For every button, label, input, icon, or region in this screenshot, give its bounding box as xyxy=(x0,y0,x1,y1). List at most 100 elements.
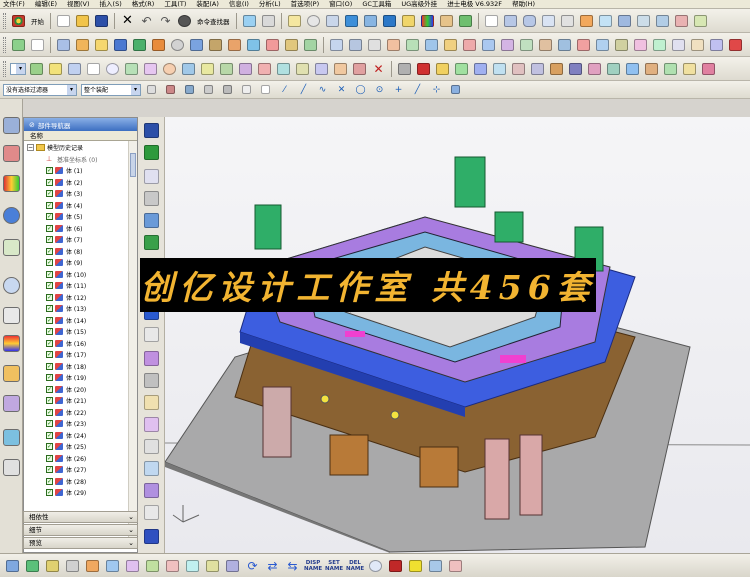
assembly-navigator-tab-icon[interactable] xyxy=(3,145,20,162)
analysis-icon[interactable] xyxy=(472,60,489,77)
visibility-checkbox[interactable]: ✓ xyxy=(46,178,53,186)
expand-minus-icon[interactable]: − xyxy=(27,144,34,152)
body-node[interactable]: ✓ 体 (6) xyxy=(24,223,137,235)
boolean-unite-icon[interactable] xyxy=(112,36,129,53)
mesh-icon[interactable] xyxy=(559,12,576,29)
checkbox-tool-icon[interactable] xyxy=(144,505,159,520)
preview-panel[interactable]: 预览 ⌄ xyxy=(23,537,138,549)
rectangle-icon[interactable] xyxy=(29,36,46,53)
parting-icon[interactable] xyxy=(662,60,679,77)
wave-link-icon[interactable] xyxy=(491,60,508,77)
edge-blend-icon[interactable] xyxy=(245,36,262,53)
edit-sketch-icon[interactable] xyxy=(241,12,258,29)
pad-icon[interactable] xyxy=(226,36,243,53)
text-curve-icon[interactable] xyxy=(199,60,216,77)
ruler-tool-icon[interactable] xyxy=(427,557,444,574)
render-style-icon[interactable] xyxy=(381,12,398,29)
pocket-icon[interactable] xyxy=(207,36,224,53)
blend-icon[interactable] xyxy=(597,12,614,29)
analysis-surface-icon[interactable] xyxy=(144,213,159,228)
visibility-checkbox[interactable]: ✓ xyxy=(46,374,53,382)
visibility-checkbox[interactable]: ✓ xyxy=(46,293,53,301)
visibility-checkbox[interactable]: ✓ xyxy=(46,351,53,359)
body-node[interactable]: ✓ 体 (12) xyxy=(24,292,137,304)
arrow-down-icon[interactable] xyxy=(44,557,61,574)
line-icon[interactable] xyxy=(66,60,83,77)
visualization-tab-icon[interactable] xyxy=(3,459,20,476)
bridge-curve-icon[interactable] xyxy=(294,60,311,77)
snap-point-icon[interactable]: + xyxy=(390,81,407,98)
arrow-up-icon[interactable] xyxy=(24,557,41,574)
visibility-checkbox[interactable]: ✓ xyxy=(46,489,53,497)
chamfer-icon[interactable] xyxy=(264,36,281,53)
body-node[interactable]: ✓ 体 (2) xyxy=(24,177,137,189)
visibility-checkbox[interactable]: ✓ xyxy=(46,362,53,370)
boss-icon[interactable] xyxy=(188,36,205,53)
visibility-checkbox[interactable]: ✓ xyxy=(46,328,53,336)
scissors-icon[interactable] xyxy=(144,557,161,574)
snap-endpoint-icon[interactable]: ⁄ xyxy=(276,81,293,98)
visibility-checkbox[interactable]: ✓ xyxy=(46,385,53,393)
pencil-icon[interactable] xyxy=(260,12,277,29)
arc-icon[interactable] xyxy=(85,60,102,77)
wrap-icon[interactable] xyxy=(518,36,535,53)
ejector-icon[interactable] xyxy=(643,60,660,77)
extrude-icon[interactable] xyxy=(55,36,72,53)
display-icon[interactable] xyxy=(457,12,474,29)
paste-tool-icon[interactable] xyxy=(144,395,159,410)
new-file-icon[interactable] xyxy=(55,12,72,29)
sweep-icon[interactable] xyxy=(575,36,592,53)
rectangle-select-icon[interactable] xyxy=(257,81,274,98)
slot-icon[interactable] xyxy=(651,36,668,53)
blank-page-icon[interactable] xyxy=(144,461,159,476)
flag-icon[interactable] xyxy=(387,557,404,574)
menu-info[interactable]: 信息(I) xyxy=(229,0,249,9)
green-block-icon[interactable] xyxy=(144,145,159,160)
section-curve-icon[interactable] xyxy=(275,60,292,77)
mirror-icon[interactable] xyxy=(366,36,383,53)
color-palette-icon[interactable] xyxy=(419,12,436,29)
body-node[interactable]: ✓ 体 (15) xyxy=(24,326,137,338)
surface-icon[interactable] xyxy=(540,12,557,29)
spline-icon[interactable] xyxy=(123,60,140,77)
patch-body-icon[interactable] xyxy=(556,36,573,53)
pattern-icon[interactable] xyxy=(385,36,402,53)
layer-settings-icon[interactable] xyxy=(28,60,45,77)
body-node[interactable]: ✓ 体 (11) xyxy=(24,280,137,292)
body-node[interactable]: ✓ 体 (1) xyxy=(24,165,137,177)
visibility-checkbox[interactable]: ✓ xyxy=(46,466,53,474)
eye-icon[interactable] xyxy=(367,557,384,574)
menu-help[interactable]: 帮助(H) xyxy=(512,0,535,9)
point-icon[interactable] xyxy=(47,60,64,77)
visibility-checkbox[interactable]: ✓ xyxy=(46,213,53,221)
menu-analysis[interactable]: 分析(L) xyxy=(259,0,281,9)
delete-icon[interactable]: ✕ xyxy=(370,60,387,77)
body-node[interactable]: ✓ 体 (8) xyxy=(24,246,137,258)
trim-curve-icon[interactable] xyxy=(332,60,349,77)
snap-bounded-icon[interactable] xyxy=(447,81,464,98)
select-face-icon[interactable] xyxy=(200,81,217,98)
intersect-curve-icon[interactable] xyxy=(256,60,273,77)
select-features-icon[interactable] xyxy=(162,81,179,98)
select-curve-icon[interactable] xyxy=(238,81,255,98)
triangle-icon[interactable] xyxy=(407,557,424,574)
edit-curve-icon[interactable] xyxy=(144,191,159,206)
revolve-icon[interactable] xyxy=(74,36,91,53)
scale-icon[interactable] xyxy=(404,36,421,53)
body-node[interactable]: ✓ 体 (27) xyxy=(24,464,137,476)
menu-format[interactable]: 格式(R) xyxy=(132,0,155,9)
visibility-checkbox[interactable]: ✓ xyxy=(46,420,53,428)
command-finder-label[interactable]: 命令查找器 xyxy=(195,16,232,26)
body-node[interactable]: ✓ 体 (3) xyxy=(24,188,137,200)
block-icon[interactable] xyxy=(502,12,519,29)
pink-tool-icon[interactable] xyxy=(144,351,159,366)
open-folder-icon[interactable] xyxy=(74,12,91,29)
project-curve-icon[interactable] xyxy=(237,60,254,77)
offset-curve-icon[interactable] xyxy=(218,60,235,77)
name-tool-icon[interactable] xyxy=(144,529,159,544)
group-icon[interactable] xyxy=(104,557,121,574)
mold-wizard-icon[interactable] xyxy=(586,60,603,77)
display-name-button[interactable]: DISP NAME xyxy=(304,560,322,572)
body-node[interactable]: ✓ 体 (10) xyxy=(24,269,137,281)
boolean-subtract-icon[interactable] xyxy=(131,36,148,53)
